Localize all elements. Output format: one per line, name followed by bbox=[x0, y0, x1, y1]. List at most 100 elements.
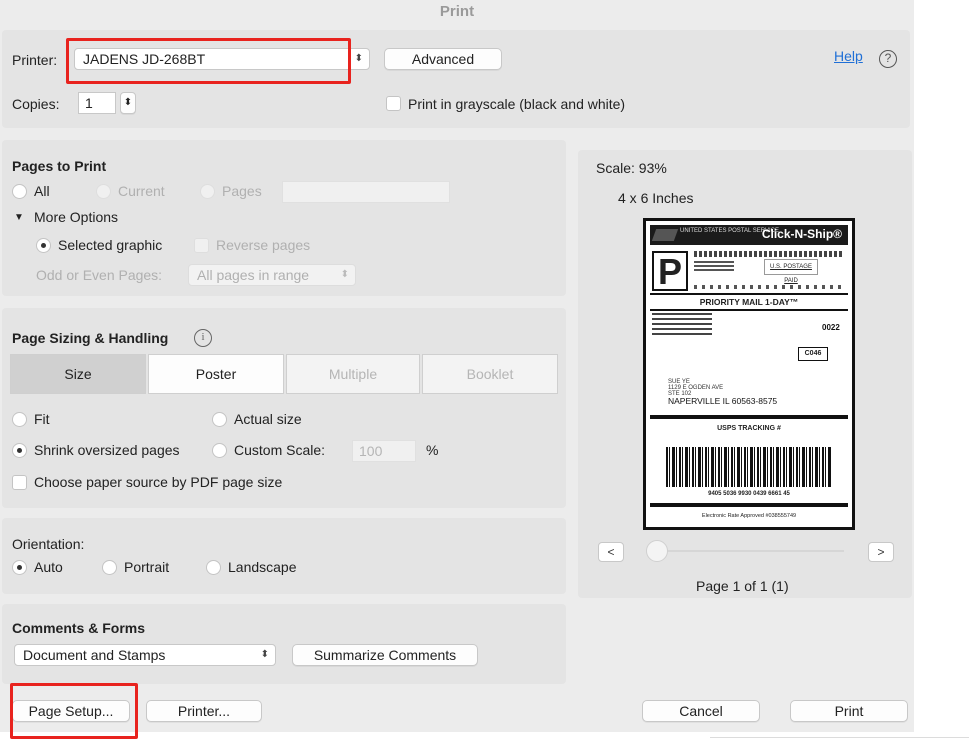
page-sizing-section: Page Sizing & Handling i Size Poster Mul… bbox=[2, 308, 566, 508]
copies-stepper[interactable]: ⬍ bbox=[120, 92, 136, 114]
label-postage-paid: U.S. POSTAGE PAID bbox=[764, 259, 818, 284]
advanced-button[interactable]: Advanced bbox=[384, 48, 502, 70]
actual-size-label: Actual size bbox=[234, 411, 302, 427]
printer-select[interactable]: JADENS JD-268BT ⬍ bbox=[74, 48, 370, 70]
page-slider-track[interactable] bbox=[652, 550, 844, 552]
radio-landscape[interactable] bbox=[206, 560, 221, 575]
radio-pages[interactable] bbox=[200, 184, 215, 199]
chevron-updown-icon: ⬍ bbox=[354, 53, 363, 64]
orientation-heading: Orientation: bbox=[12, 536, 85, 552]
percent-label: % bbox=[426, 442, 439, 458]
tab-booklet[interactable]: Booklet bbox=[422, 354, 558, 394]
window-edge-line bbox=[710, 737, 969, 738]
printer-label: Printer: bbox=[12, 52, 58, 68]
label-code-c046: C046 bbox=[798, 347, 828, 361]
prev-page-button[interactable]: < bbox=[598, 542, 624, 562]
cancel-button[interactable]: Cancel bbox=[642, 700, 760, 722]
more-options-label[interactable]: More Options bbox=[34, 209, 118, 225]
portrait-label: Portrait bbox=[124, 559, 170, 575]
copies-label: Copies: bbox=[12, 96, 60, 112]
page-setup-button[interactable]: Page Setup... bbox=[12, 700, 130, 722]
label-fine-print bbox=[694, 251, 844, 257]
radio-all-label: All bbox=[34, 183, 50, 199]
orientation-section: Orientation: Auto Portrait Landscape bbox=[2, 518, 566, 594]
disclosure-triangle-icon[interactable]: ▼ bbox=[14, 212, 24, 223]
reverse-pages-checkbox[interactable] bbox=[194, 238, 209, 253]
printer-select-value: JADENS JD-268BT bbox=[83, 51, 206, 67]
label-brand: Click-N-Ship® bbox=[761, 227, 842, 241]
tab-multiple[interactable]: Multiple bbox=[286, 354, 420, 394]
label-divider bbox=[650, 503, 848, 507]
window-title: Print bbox=[0, 0, 914, 28]
shipping-label-preview: UNITED STATES POSTAL SERVICE Click-N-Shi… bbox=[643, 218, 855, 530]
label-service-name: PRIORITY MAIL 1-DAY™ bbox=[699, 297, 799, 307]
label-footer: Electronic Rate Approved #038555749 bbox=[701, 513, 797, 519]
paper-source-checkbox[interactable] bbox=[12, 475, 27, 490]
pages-to-print-section: Pages to Print All Current Pages ▼ More … bbox=[2, 140, 566, 296]
pages-to-print-heading: Pages to Print bbox=[12, 158, 107, 174]
help-icon[interactable]: ? bbox=[879, 50, 897, 68]
grayscale-label: Print in grayscale (black and white) bbox=[408, 96, 626, 112]
label-service-letter: P bbox=[652, 251, 688, 291]
stepper-icon: ⬍ bbox=[123, 97, 133, 108]
radio-shrink-oversized[interactable] bbox=[12, 443, 27, 458]
label-fine-print bbox=[694, 261, 734, 273]
tab-poster[interactable]: Poster bbox=[148, 354, 284, 394]
scale-label: Scale: 93% bbox=[596, 160, 667, 176]
landscape-label: Landscape bbox=[228, 559, 297, 575]
grayscale-checkbox[interactable] bbox=[386, 96, 401, 111]
label-return-address bbox=[652, 313, 712, 335]
chevron-updown-icon: ⬍ bbox=[260, 649, 269, 660]
page-slider-knob[interactable] bbox=[646, 540, 668, 562]
summarize-comments-button[interactable]: Summarize Comments bbox=[292, 644, 478, 666]
label-divider bbox=[650, 415, 848, 419]
label-divider bbox=[650, 309, 848, 311]
radio-actual-size[interactable] bbox=[212, 412, 227, 427]
fit-label: Fit bbox=[34, 411, 50, 427]
reverse-pages-label: Reverse pages bbox=[216, 237, 311, 253]
comments-forms-value: Document and Stamps bbox=[23, 647, 166, 663]
pages-range-input[interactable] bbox=[282, 181, 450, 203]
usps-eagle-icon bbox=[651, 229, 679, 241]
next-page-button[interactable]: > bbox=[868, 542, 894, 562]
page-sizing-heading: Page Sizing & Handling bbox=[12, 330, 169, 346]
label-tracking-title: USPS TRACKING # bbox=[717, 425, 781, 432]
info-icon[interactable]: i bbox=[194, 329, 212, 347]
label-fine-print bbox=[694, 285, 844, 289]
label-header: UNITED STATES POSTAL SERVICE Click-N-Shi… bbox=[650, 225, 848, 245]
preview-section: Scale: 93% 4 x 6 Inches UNITED STATES PO… bbox=[578, 150, 912, 598]
odd-even-label: Odd or Even Pages: bbox=[36, 267, 163, 283]
radio-portrait[interactable] bbox=[102, 560, 117, 575]
label-barcode bbox=[666, 447, 832, 487]
radio-all[interactable] bbox=[12, 184, 27, 199]
selected-graphic-label: Selected graphic bbox=[58, 237, 163, 253]
paper-size-label: 4 x 6 Inches bbox=[618, 190, 694, 206]
copies-input[interactable]: 1 bbox=[78, 92, 116, 114]
odd-even-select[interactable]: All pages in range ⬍ bbox=[188, 264, 356, 286]
comments-forms-heading: Comments & Forms bbox=[12, 620, 146, 636]
radio-fit[interactable] bbox=[12, 412, 27, 427]
chevron-updown-icon: ⬍ bbox=[340, 269, 349, 280]
auto-label: Auto bbox=[34, 559, 63, 575]
radio-current[interactable] bbox=[96, 184, 111, 199]
radio-custom-scale[interactable] bbox=[212, 443, 227, 458]
odd-even-value: All pages in range bbox=[197, 267, 310, 283]
radio-auto[interactable] bbox=[12, 560, 27, 575]
comments-forms-select[interactable]: Document and Stamps ⬍ bbox=[14, 644, 276, 666]
custom-scale-label: Custom Scale: bbox=[234, 442, 326, 458]
page-info: Page 1 of 1 (1) bbox=[696, 578, 789, 594]
label-ship-to-4: NAPERVILLE IL 60563-8575 bbox=[668, 396, 778, 406]
print-button[interactable]: Print bbox=[790, 700, 908, 722]
radio-current-label: Current bbox=[118, 183, 165, 199]
printer-button[interactable]: Printer... bbox=[146, 700, 262, 722]
comments-forms-section: Comments & Forms Document and Stamps ⬍ S… bbox=[2, 604, 566, 684]
label-divider bbox=[650, 293, 848, 295]
label-code-0022: 0022 bbox=[822, 323, 840, 332]
print-dialog: Print Printer: JADENS JD-268BT ⬍ Advance… bbox=[0, 0, 914, 739]
printer-section: Printer: JADENS JD-268BT ⬍ Advanced Help… bbox=[2, 30, 910, 128]
tab-size[interactable]: Size bbox=[10, 354, 146, 394]
custom-scale-input[interactable]: 100 bbox=[352, 440, 416, 462]
paper-source-label: Choose paper source by PDF page size bbox=[34, 474, 283, 490]
radio-selected-graphic[interactable] bbox=[36, 238, 51, 253]
help-link[interactable]: Help bbox=[834, 48, 863, 64]
